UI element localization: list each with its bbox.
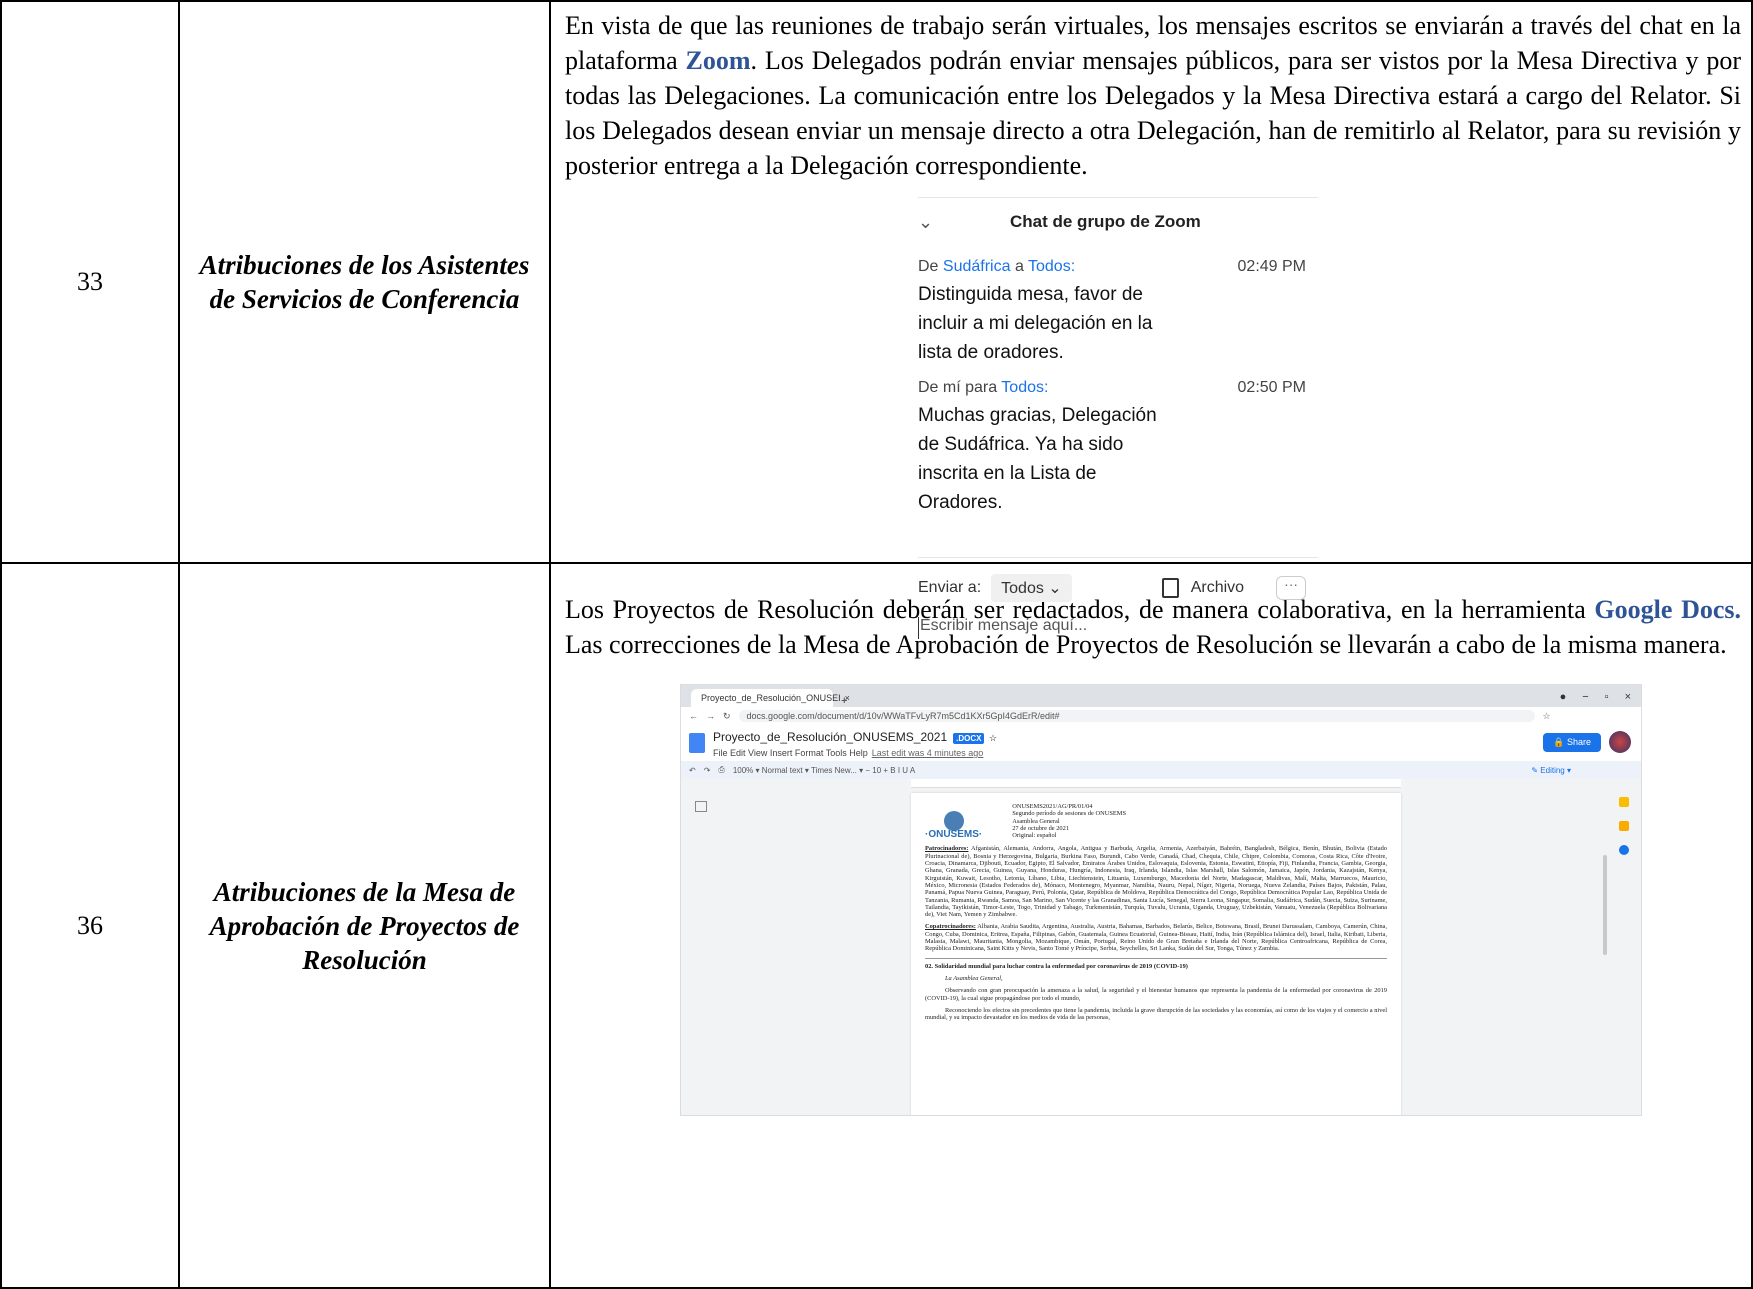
cosponsors-label: Copatrocinadores: xyxy=(925,923,976,931)
table-row: 36 Atribuciones de la Mesa de Aprobación… xyxy=(0,562,1753,1289)
last-edit-link[interactable]: Last edit was 4 minutes ago xyxy=(872,748,984,758)
table-row: 33 Atribuciones de los Asistentes de Ser… xyxy=(0,0,1753,639)
onusems-logo: ·ONUSEMS· xyxy=(925,811,983,840)
tab-title: Proyecto_de_Resolución_ONUSEI xyxy=(701,693,841,703)
side-panel-icons xyxy=(1619,797,1629,855)
cosponsors-text: Albania, Arabia Saudita, Argentina, Aust… xyxy=(925,923,1387,953)
google-docs-highlight: Google Docs. xyxy=(1594,595,1742,624)
share-button[interactable]: 🔒 Share xyxy=(1543,733,1601,752)
keep-icon[interactable] xyxy=(1619,797,1629,807)
send-to-label: Enviar a: xyxy=(918,579,982,596)
message-recipient[interactable]: Todos: xyxy=(1028,258,1075,275)
row-number: 33 xyxy=(0,0,180,564)
chat-message: De Sudáfrica a Todos: 02:49 PM Distingui… xyxy=(918,258,1318,367)
editing-label: Editing xyxy=(1540,765,1565,775)
message-time: 02:49 PM xyxy=(1237,258,1306,275)
url-input[interactable]: docs.google.com/document/d/10v/WWaTFvLyR… xyxy=(738,710,1535,722)
file-button[interactable]: Archivo xyxy=(1161,578,1245,598)
preamble-paragraph: Observando con gran preocupación la amen… xyxy=(925,987,1387,1002)
docs-header: Proyecto_de_Resolución_ONUSEMS_2021 .DOCX… xyxy=(681,725,1641,761)
formatting-toolbar: ↶ ↷ ⎙ 100% ▾ Normal text ▾ Times New... ▾ … xyxy=(681,761,1641,779)
forward-icon[interactable]: → xyxy=(706,711,715,721)
globe-icon xyxy=(943,811,964,831)
chevron-down-icon: ⌄ xyxy=(1048,580,1062,597)
ruler[interactable] xyxy=(911,779,1401,788)
window-controls: ● − ▫ × xyxy=(1560,687,1631,707)
sponsors-text: Afganistán, Alemania, Andorra, Angola, A… xyxy=(925,845,1388,919)
chat-message-body: Distinguida mesa, favor de incluir a mi … xyxy=(918,284,1153,363)
share-label: Share xyxy=(1566,737,1591,747)
zoom-chat-header: ⌄ Chat de grupo de Zoom xyxy=(918,198,1318,246)
chat-footer: Enviar a: Todos ⌄ Archivo ··· Escribir m… xyxy=(918,557,1318,639)
preamble-paragraph: Reconociendo los efectos sin precedentes… xyxy=(925,1006,1387,1022)
document-title[interactable]: Proyecto_de_Resolución_ONUSEMS_2021 xyxy=(713,730,947,744)
zoom-chat-title: Chat de grupo de Zoom xyxy=(1010,212,1201,231)
paragraph: En vista de que las reuniones de trabajo… xyxy=(565,8,1741,183)
row-content: En vista de que las reuniones de trabajo… xyxy=(549,0,1753,639)
message-prefix: De xyxy=(918,258,943,275)
message-sender[interactable]: Sudáfrica xyxy=(943,258,1011,275)
message-mid: a xyxy=(1010,258,1028,275)
row-title: Atribuciones de la Mesa de Aprobación de… xyxy=(178,562,551,1289)
document-reference: ONUSEMS2021/AG/PR/01/04 Segundo período … xyxy=(1012,803,1127,840)
chat-message-input[interactable]: Escribir mensaje aquí... xyxy=(918,617,1318,639)
browser-tab-bar: Proyecto_de_Resolución_ONUSEI × + ● − ▫ × xyxy=(681,685,1641,707)
address-bar-row: ← → ↻ docs.google.com/document/d/10v/WWaTF… xyxy=(681,707,1641,725)
chat-message-header: De Sudáfrica a Todos: 02:49 PM xyxy=(918,258,1318,280)
undo-icon[interactable]: ↶ xyxy=(689,766,696,775)
chat-message: De mí para Todos: 02:50 PM Muchas gracia… xyxy=(918,379,1318,517)
new-tab-icon[interactable]: + xyxy=(841,695,847,707)
send-to-row: Enviar a: Todos ⌄ Archivo ··· xyxy=(918,571,1318,605)
send-to-value: Todos xyxy=(1001,580,1044,597)
scrollbar[interactable] xyxy=(1603,855,1607,955)
google-docs-screenshot: Proyecto_de_Resolución_ONUSEI × + ● − ▫ × ← →… xyxy=(680,684,1642,1116)
outline-icon[interactable] xyxy=(695,801,707,812)
document-page[interactable]: ·ONUSEMS· ONUSEMS2021/AG/PR/01/04 Segund… xyxy=(911,793,1401,1115)
menu-items[interactable]: File Edit View Insert Format Tools Help xyxy=(713,748,868,758)
redo-icon[interactable]: ↷ xyxy=(704,766,711,775)
minimize-icon[interactable]: − xyxy=(1582,691,1588,703)
page-header: ·ONUSEMS· ONUSEMS2021/AG/PR/01/04 Segund… xyxy=(925,803,1387,840)
more-options-button[interactable]: ··· xyxy=(1276,576,1307,600)
cosponsors-paragraph: Copatrocinadores: Albania, Arabia Saudit… xyxy=(925,923,1387,952)
star-icon[interactable]: ☆ xyxy=(1543,711,1551,722)
send-to-select[interactable]: Todos ⌄ xyxy=(991,574,1072,602)
toolbar-controls[interactable]: 100% ▾ Normal text ▾ Times New... ▾ − 10… xyxy=(733,766,915,775)
sponsors-paragraph: Patrocinadores: Afganistán, Alemania, An… xyxy=(925,845,1387,918)
content-table: 33 Atribuciones de los Asistentes de Ser… xyxy=(0,0,1753,1289)
assembly-line: La Asamblea General, xyxy=(945,974,1003,982)
message-prefix: De mí para xyxy=(918,379,1002,396)
back-icon[interactable]: ← xyxy=(689,711,698,721)
chat-message-body: Muchas gracias, Delegación de Sudáfrica.… xyxy=(918,405,1157,513)
message-time: 02:50 PM xyxy=(1237,379,1306,396)
editing-mode-button[interactable]: ✎ Editing ▾ xyxy=(1531,766,1571,775)
file-label: Archivo xyxy=(1190,579,1245,596)
print-icon[interactable]: ⎙ xyxy=(718,765,724,775)
record-icon[interactable]: ● xyxy=(1560,691,1567,703)
logo-text: ·ONUSEMS· xyxy=(925,829,983,840)
browser-tab[interactable]: Proyecto_de_Resolución_ONUSEI × xyxy=(691,689,850,707)
close-icon[interactable]: × xyxy=(1625,691,1631,703)
row-title: Atribuciones de los Asistentes de Servic… xyxy=(178,0,551,564)
chevron-down-icon[interactable]: ⌄ xyxy=(918,212,958,233)
docx-badge: .DOCX xyxy=(953,733,985,744)
docs-logo-icon[interactable] xyxy=(689,733,705,753)
avatar[interactable] xyxy=(1609,731,1631,753)
check-icon[interactable] xyxy=(1619,845,1629,855)
star-icon[interactable]: ☆ xyxy=(989,733,997,743)
zoom-highlight: Zoom xyxy=(685,46,751,75)
tasks-icon[interactable] xyxy=(1619,821,1629,831)
message-recipient[interactable]: Todos: xyxy=(1001,379,1048,396)
row-content: Los Proyectos de Resolución deberán ser … xyxy=(549,562,1753,1289)
reload-icon[interactable]: ↻ xyxy=(723,711,731,722)
row-number: 36 xyxy=(0,562,180,1289)
resolution-title: 02. Solidaridad mundial para luchar cont… xyxy=(925,957,1387,970)
maximize-icon[interactable]: ▫ xyxy=(1605,691,1609,703)
chat-message-header: De mí para Todos: 02:50 PM xyxy=(918,379,1318,401)
sponsors-label: Patrocinadores: xyxy=(925,845,969,853)
menu-bar[interactable]: File Edit View Insert Format Tools Help L… xyxy=(713,748,997,758)
file-icon xyxy=(1161,578,1179,598)
zoom-chat-screenshot: ⌄ Chat de grupo de Zoom De Sudáfrica a T… xyxy=(918,197,1318,639)
